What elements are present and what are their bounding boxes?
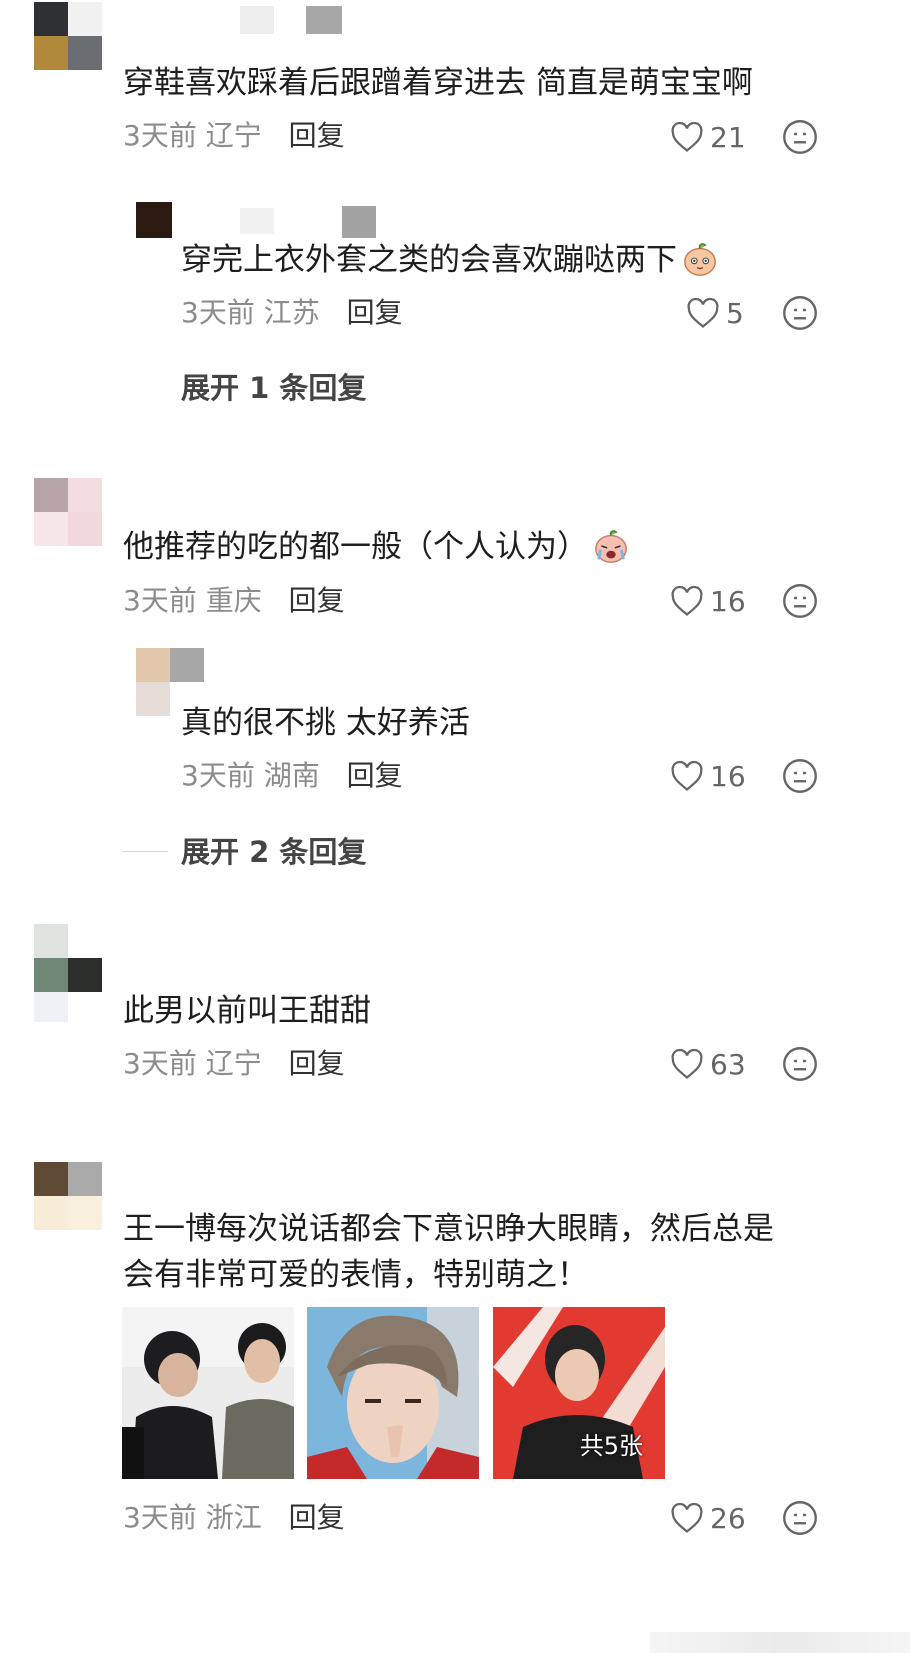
comment-meta: 3天前 辽宁 回复 xyxy=(123,118,345,154)
comment-text: 穿鞋喜欢踩着后跟蹭着穿进去 简直是萌宝宝啊 xyxy=(123,65,753,101)
username-blurred[interactable] xyxy=(342,206,376,238)
comment-time: 3天前 xyxy=(123,584,197,617)
heart-outline-icon xyxy=(671,121,703,152)
comment-meta: 3天前 辽宁 回复 xyxy=(123,1046,345,1082)
avatar[interactable] xyxy=(34,1162,102,1230)
like-button[interactable]: 63 xyxy=(670,1044,746,1084)
like-count: 63 xyxy=(710,1047,746,1081)
photo-1-image xyxy=(122,1307,294,1479)
username-blurred[interactable] xyxy=(240,208,274,234)
neutral-face-icon[interactable] xyxy=(782,583,818,619)
like-count: 16 xyxy=(710,759,746,793)
reply-meta: 3天前 江苏 回复 xyxy=(181,295,403,331)
comment-location: 辽宁 xyxy=(205,1047,262,1080)
neutral-face-icon[interactable] xyxy=(782,1046,818,1082)
expand-divider xyxy=(122,851,168,852)
comment-time: 3天前 xyxy=(123,119,197,152)
reply-time: 3天前 xyxy=(181,759,255,792)
username-blurred[interactable] xyxy=(240,6,274,34)
comment-location: 浙江 xyxy=(205,1501,262,1534)
reply-location: 湖南 xyxy=(263,759,320,792)
comment-time: 3天前 xyxy=(123,1047,197,1080)
like-button[interactable]: 5 xyxy=(686,293,744,333)
like-count: 26 xyxy=(710,1501,746,1535)
reply-text: 穿完上衣外套之类的会喜欢蹦哒两下 xyxy=(181,240,719,280)
heart-outline-icon xyxy=(671,585,703,616)
avatar[interactable] xyxy=(34,924,102,992)
reply-meta: 3天前 湖南 回复 xyxy=(181,758,403,794)
crying-peach-sticker-icon xyxy=(595,530,627,563)
like-button[interactable]: 16 xyxy=(670,756,746,796)
neutral-face-icon[interactable] xyxy=(782,119,818,155)
reply-button[interactable]: 回复 xyxy=(347,759,403,792)
heart-outline-icon xyxy=(671,1048,703,1079)
neutral-face-icon[interactable] xyxy=(782,758,818,794)
heart-outline-icon xyxy=(671,1502,703,1533)
reply-button[interactable]: 回复 xyxy=(347,296,403,329)
comment-location: 重庆 xyxy=(205,584,262,617)
comment-location: 辽宁 xyxy=(205,119,262,152)
avatar[interactable] xyxy=(34,2,102,70)
image-count-badge: 共5张 xyxy=(579,1432,643,1460)
comment-time: 3天前 xyxy=(123,1501,197,1534)
like-button[interactable]: 21 xyxy=(670,117,746,157)
username-blurred[interactable] xyxy=(306,6,342,34)
reply-time: 3天前 xyxy=(181,296,255,329)
photo-thumbnail[interactable] xyxy=(307,1307,479,1479)
expand-replies-button[interactable]: 展开 1 条回复 xyxy=(181,370,366,406)
like-button[interactable]: 26 xyxy=(670,1498,746,1538)
comment-text: 他推荐的吃的都一般（个人认为） xyxy=(123,527,630,567)
expand-replies-button[interactable]: 展开 2 条回复 xyxy=(181,834,366,870)
avatar[interactable] xyxy=(136,202,172,238)
reply-location: 江苏 xyxy=(263,296,320,329)
reply-button[interactable]: 回复 xyxy=(289,1501,345,1534)
photo-thumbnail[interactable] xyxy=(122,1307,294,1479)
comment-text-line-1: 王一博每次说话都会下意识睁大眼睛，然后总是 xyxy=(123,1211,774,1247)
heart-outline-icon xyxy=(671,760,703,791)
photo-2-image xyxy=(307,1307,479,1479)
reply-button[interactable]: 回复 xyxy=(289,119,345,152)
like-count: 16 xyxy=(710,584,746,618)
reply-button[interactable]: 回复 xyxy=(289,584,345,617)
watermark-strip xyxy=(650,1632,910,1653)
avatar-extra-blur xyxy=(34,992,68,1022)
heart-outline-icon xyxy=(687,297,719,328)
like-button[interactable]: 16 xyxy=(670,581,746,621)
photo-thumbnail[interactable]: 共5张 xyxy=(493,1307,665,1479)
comment-text-line-2: 会有非常可爱的表情，特别萌之！ xyxy=(123,1257,588,1293)
neutral-face-icon[interactable] xyxy=(782,1500,818,1536)
avatar[interactable] xyxy=(34,478,102,546)
like-count: 21 xyxy=(710,120,746,154)
comment-meta: 3天前 重庆 回复 xyxy=(123,583,345,619)
comment-text: 此男以前叫王甜甜 xyxy=(123,993,371,1029)
neutral-face-icon[interactable] xyxy=(782,295,818,331)
comment-meta: 3天前 浙江 回复 xyxy=(123,1500,345,1536)
like-count: 5 xyxy=(726,296,744,330)
reply-text: 真的很不挑 太好养活 xyxy=(181,705,470,741)
peach-sticker-icon xyxy=(684,243,716,276)
reply-button[interactable]: 回复 xyxy=(289,1047,345,1080)
